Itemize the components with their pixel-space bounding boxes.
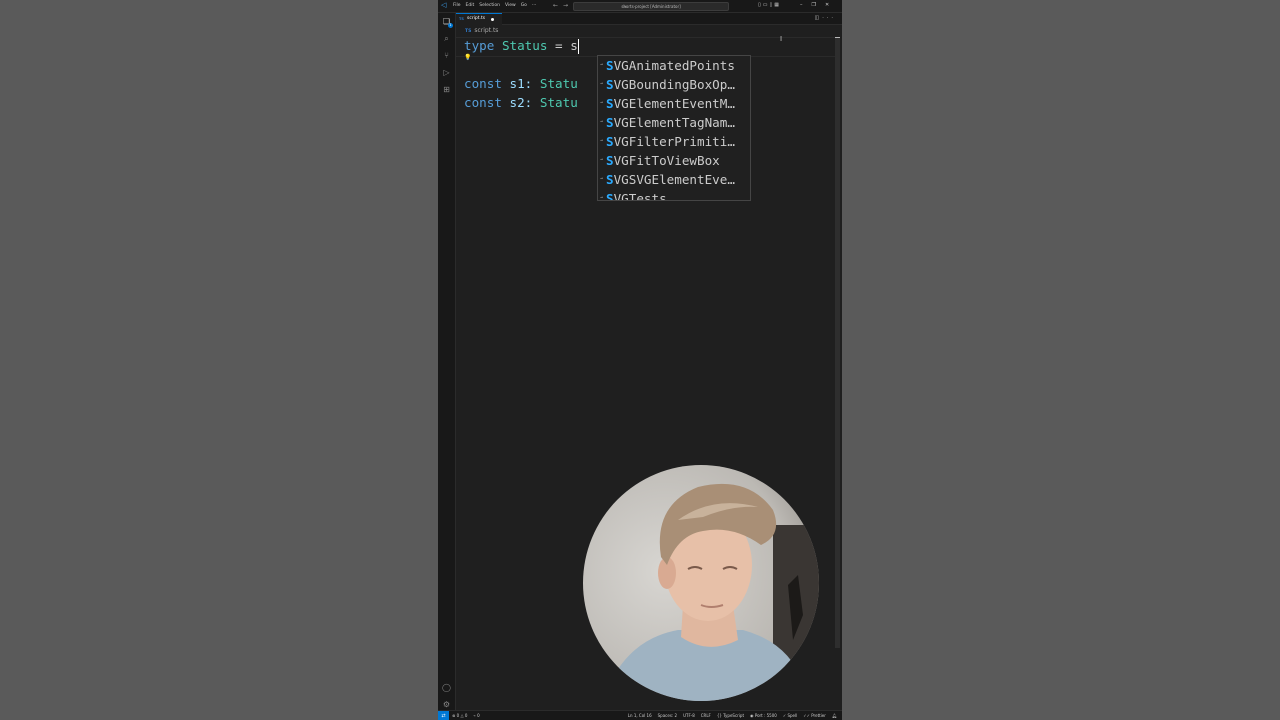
mouse-text-cursor-icon: I <box>780 35 783 43</box>
status-right: Ln 1, Col 16 Spaces: 2 UTF-8 CRLF {} Typ… <box>628 711 837 720</box>
live-server-port[interactable]: ◉ Port : 5500 <box>750 711 777 720</box>
typescript-file-icon: TS <box>459 17 464 21</box>
problems-indicator[interactable]: ⊗ 0 △ 0 <box>452 711 467 720</box>
variable-name: s1: <box>509 76 533 91</box>
interface-kind-icon: ⊸ <box>600 176 604 182</box>
customize-layout-icon[interactable]: ▦ <box>774 2 781 8</box>
typed-text: s <box>570 38 578 53</box>
suggestion-item[interactable]: ⊸ SVGFilterPrimiti… <box>598 132 750 151</box>
menu-more[interactable]: ··· <box>532 3 536 9</box>
type-reference: Statu <box>539 95 578 110</box>
suggestion-widget: ⊸ SVGAnimatedPoints ⊸ SVGBoundingBoxOp… ⊸ S… <box>597 55 751 201</box>
encoding[interactable]: UTF-8 <box>683 711 695 720</box>
back-arrow-icon[interactable]: ← <box>553 2 563 9</box>
code-line-4: const s2: Statu <box>464 93 578 112</box>
keyword-const: const <box>464 76 502 91</box>
command-center[interactable]: ⌕ shorts-project [Administrator] <box>573 2 729 11</box>
ports-indicator[interactable]: ⌁ 0 <box>473 711 479 720</box>
spell-check[interactable]: ✓ Spell <box>783 711 797 720</box>
language-mode[interactable]: {} TypeScript <box>717 711 744 720</box>
menu-selection[interactable]: Selection <box>479 3 500 9</box>
interface-kind-icon: ⊸ <box>600 157 604 163</box>
remote-indicator-icon[interactable]: ⇄ <box>438 711 449 720</box>
suggestion-item[interactable]: ⊸ SVGAnimatedPoints <box>598 56 750 75</box>
menu-go[interactable]: Go <box>521 3 527 9</box>
double-check-icon: ✓✓ <box>803 713 810 718</box>
type-name: Status <box>501 38 548 53</box>
extensions-icon[interactable]: ⊞ <box>442 85 451 94</box>
breadcrumb-file[interactable]: script.ts <box>474 27 498 34</box>
search-icon[interactable]: ⌕ <box>442 34 451 43</box>
antenna-icon: ⌁ <box>473 713 476 718</box>
lightbulb-icon[interactable]: 💡 <box>464 55 471 61</box>
search-icon: ⌕ <box>624 4 627 9</box>
suggestion-item[interactable]: ⊸ SVGFitToViewBox <box>598 151 750 170</box>
warning-icon: △ <box>460 713 464 718</box>
command-center-label: shorts-project [Administrator] <box>621 4 681 9</box>
layout-controls: ▯▭▯▦ <box>758 2 781 9</box>
check-icon: ✓ <box>782 713 787 718</box>
explorer-badge: 1 <box>448 23 453 28</box>
typescript-file-icon: TS <box>465 29 472 34</box>
interface-kind-icon: ⊸ <box>600 119 604 125</box>
suggestion-item[interactable]: ⊸ SVGSVGElementEve… <box>598 170 750 189</box>
tab-script-ts[interactable]: TS script.ts <box>456 13 502 25</box>
interface-kind-icon: ⊸ <box>600 81 604 87</box>
braces-icon: {} <box>716 713 722 718</box>
title-bar: ◁ File Edit Selection View Go ··· ←→ ⌕ s… <box>438 0 842 13</box>
run-debug-icon[interactable]: ▷ <box>442 68 451 77</box>
menu-bar: File Edit Selection View Go ··· <box>453 3 536 9</box>
cursor-position[interactable]: Ln 1, Col 16 <box>628 711 652 720</box>
tab-label: script.ts <box>467 16 486 21</box>
interface-kind-icon: ⊸ <box>600 195 604 201</box>
account-icon[interactable]: ◯ <box>442 683 451 692</box>
vscode-logo-icon: ◁ <box>441 1 447 9</box>
indentation[interactable]: Spaces: 2 <box>658 711 677 720</box>
settings-gear-icon[interactable]: ⚙ <box>442 700 451 709</box>
broadcast-icon: ◉ <box>750 713 754 718</box>
keyword-const: const <box>464 95 502 110</box>
suggestion-item[interactable]: ⊸ SVGBoundingBoxOp… <box>598 75 750 94</box>
more-actions-icon[interactable]: ··· <box>822 15 836 21</box>
type-reference: Statu <box>539 76 578 91</box>
webcam-overlay <box>583 465 819 701</box>
restore-icon[interactable]: ❐ <box>812 1 816 10</box>
menu-view[interactable]: View <box>505 3 516 9</box>
unsaved-dot-icon[interactable] <box>491 18 494 21</box>
menu-file[interactable]: File <box>453 3 461 9</box>
forward-arrow-icon[interactable]: → <box>563 2 573 9</box>
close-icon[interactable]: ✕ <box>825 1 829 10</box>
interface-kind-icon: ⊸ <box>600 62 604 68</box>
prettier-status[interactable]: ✓✓ Prettier <box>803 711 826 720</box>
suggestion-item[interactable]: ⊸ SVGElementTagNam… <box>598 113 750 132</box>
presenter-video-image <box>583 465 819 701</box>
editor-actions: ◫··· <box>814 15 836 22</box>
error-icon: ⊗ <box>452 713 456 718</box>
variable-name: s2: <box>509 95 533 110</box>
activity-bar: ❏ 1 ⌕ ⑂ ▷ ⊞ ◯ ⚙ <box>438 13 456 710</box>
nav-arrows: ←→ <box>553 2 573 9</box>
tab-bar: TS script.ts ◫··· <box>456 13 842 25</box>
breadcrumb: TS script.ts <box>465 27 498 36</box>
keyword-type: type <box>464 38 495 53</box>
toggle-panel-icon[interactable]: ▭ <box>763 2 770 8</box>
status-bar: ⇄ ⊗ 0 △ 0 ⌁ 0 Ln 1, Col 16 Spaces: 2 UTF… <box>438 710 842 720</box>
code-line-1: type Status = s <box>464 36 579 55</box>
equals-operator: = <box>555 38 563 53</box>
suggestion-item[interactable]: ⊸ SVGTests <box>598 189 750 201</box>
status-left: ⊗ 0 △ 0 ⌁ 0 <box>452 711 480 720</box>
notifications-bell-icon[interactable]: 🔔︎ <box>832 711 837 720</box>
interface-kind-icon: ⊸ <box>600 100 604 106</box>
code-line-3: const s1: Statu <box>464 74 578 93</box>
suggestion-item[interactable]: ⊸ SVGElementEventM… <box>598 94 750 113</box>
window-controls: – ❐ ✕ <box>800 1 829 10</box>
minimize-icon[interactable]: – <box>800 1 803 10</box>
menu-edit[interactable]: Edit <box>466 3 475 9</box>
text-cursor <box>577 39 579 54</box>
interface-kind-icon: ⊸ <box>600 138 604 144</box>
editor-scrollbar[interactable] <box>835 38 840 648</box>
line-ending[interactable]: CRLF <box>701 711 711 720</box>
source-control-icon[interactable]: ⑂ <box>442 51 451 60</box>
